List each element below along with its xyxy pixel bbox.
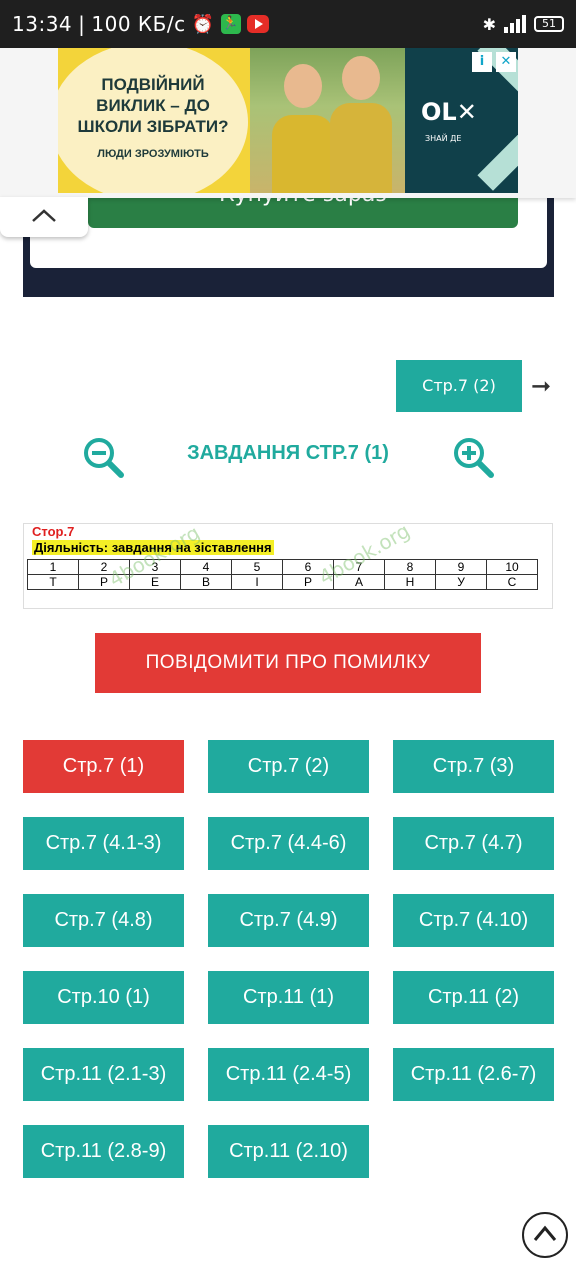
ad-banner: ПОДВІЙНИЙ ВИКЛИК – ДО ШКОЛИ ЗІБРАТИ? ЛЮД…: [0, 48, 576, 198]
page-link-button[interactable]: Стр.11 (2.1-3): [23, 1048, 184, 1101]
page-link-button[interactable]: Стр.11 (1): [208, 971, 369, 1024]
table-cell-number: 10: [486, 559, 538, 575]
chevron-up-icon: [533, 1225, 557, 1241]
page-link-button[interactable]: Стр.11 (2): [393, 971, 554, 1024]
ad-close-icon[interactable]: ✕: [496, 52, 516, 72]
olx-tagline: ЗНАЙ ДЕ: [425, 134, 462, 143]
child-head: [284, 64, 322, 108]
page-link-button[interactable]: Стр.7 (1): [23, 740, 184, 793]
table-cell-number: 9: [435, 559, 487, 575]
page-link-button[interactable]: Стр.11 (2.6-7): [393, 1048, 554, 1101]
network-speed: 100 КБ/с: [91, 12, 186, 36]
child-head: [342, 56, 380, 100]
page-link-button[interactable]: Стр.7 (4.1-3): [23, 817, 184, 870]
page-link-button[interactable]: Стр.10 (1): [23, 971, 184, 1024]
table-cell-letter: Н: [384, 574, 436, 590]
table-cell-letter: С: [486, 574, 538, 590]
page-link-button[interactable]: Стр.7 (3): [393, 740, 554, 793]
page-link-button[interactable]: Стр.11 (2.4-5): [208, 1048, 369, 1101]
page-link-button[interactable]: Стр.7 (4.8): [23, 894, 184, 947]
table-cell-letter: В: [180, 574, 232, 590]
table-cell-number: 8: [384, 559, 436, 575]
page-link-button[interactable]: Стр.7 (4.4-6): [208, 817, 369, 870]
olx-logo: OL✕: [421, 98, 477, 126]
ad-subline: ЛЮДИ ЗРОЗУМІЮТЬ: [97, 148, 209, 160]
olx-ad[interactable]: ПОДВІЙНИЙ ВИКЛИК – ДО ШКОЛИ ЗІБРАТИ? ЛЮД…: [58, 48, 518, 193]
zoom-out-icon[interactable]: [82, 436, 124, 478]
page-link-button[interactable]: Стр.11 (2.8-9): [23, 1125, 184, 1178]
page-link-button[interactable]: Стр.7 (4.7): [393, 817, 554, 870]
table-cell-number: 5: [231, 559, 283, 575]
ad-photo-children: [250, 48, 405, 193]
task-page-label: Стор.7: [32, 524, 75, 539]
collapse-ad-button[interactable]: [0, 197, 88, 237]
page-link-button[interactable]: Стр.7 (4.10): [393, 894, 554, 947]
page-link-button[interactable]: Стр.7 (2): [208, 740, 369, 793]
report-error-button[interactable]: ПОВІДОМИТИ ПРО ПОМИЛКУ: [95, 633, 481, 693]
ad-info-icon[interactable]: i: [472, 52, 492, 72]
child-figure: [330, 103, 392, 193]
table-cell-letter: І: [231, 574, 283, 590]
fitness-app-icon: 🏃: [220, 14, 241, 34]
alarm-icon: ⏰: [191, 13, 215, 35]
number-row: 1 2 3 4 5 6 7 8 9 10: [27, 559, 538, 575]
child-figure: [272, 115, 334, 193]
bluetooth-icon: ✱: [482, 14, 496, 34]
page-link-button[interactable]: Стр.11 (2.10): [208, 1125, 369, 1178]
task-answer-image[interactable]: Стор.7 Діяльність: завдання на зіставлен…: [23, 523, 553, 609]
ad-headline: ПОДВІЙНИЙ ВИКЛИК – ДО ШКОЛИ ЗІБРАТИ?: [77, 75, 229, 136]
ad-badges: i ✕: [472, 52, 516, 72]
table-cell-letter: Т: [27, 574, 79, 590]
battery-icon: 51: [534, 16, 564, 32]
task-pages-grid: Стр.7 (1) Стр.7 (2) Стр.7 (3) Стр.7 (4.1-3)…: [23, 740, 554, 1178]
page-link-button[interactable]: Стр.7 (4.9): [208, 894, 369, 947]
letter-row: ТРЕВІРАНУС: [27, 574, 538, 590]
youtube-icon: [246, 15, 269, 33]
clock: 13:34: [12, 12, 73, 36]
answer-table: 1 2 3 4 5 6 7 8 9 10 ТРЕВІРАНУС: [27, 559, 538, 590]
table-cell-letter: У: [435, 574, 487, 590]
next-task-button[interactable]: Стр.7 (2): [396, 360, 522, 412]
task-title: ЗАВДАННЯ СТР.7 (1): [187, 442, 389, 464]
signal-icon: [504, 15, 526, 33]
chevron-up-icon: [32, 209, 56, 222]
status-separator: |: [78, 12, 86, 36]
zoom-in-icon[interactable]: [452, 436, 494, 478]
ad-text-panel: ПОДВІЙНИЙ ВИКЛИК – ДО ШКОЛИ ЗІБРАТИ? ЛЮД…: [58, 48, 250, 193]
table-cell-number: 4: [180, 559, 232, 575]
scroll-to-top-button[interactable]: [522, 1212, 568, 1258]
table-cell-number: 1: [27, 559, 79, 575]
status-bar: 13:34 | 100 КБ/с ⏰ 🏃 ✱ 51: [0, 0, 576, 48]
arrow-right-icon[interactable]: ➞: [531, 372, 551, 400]
